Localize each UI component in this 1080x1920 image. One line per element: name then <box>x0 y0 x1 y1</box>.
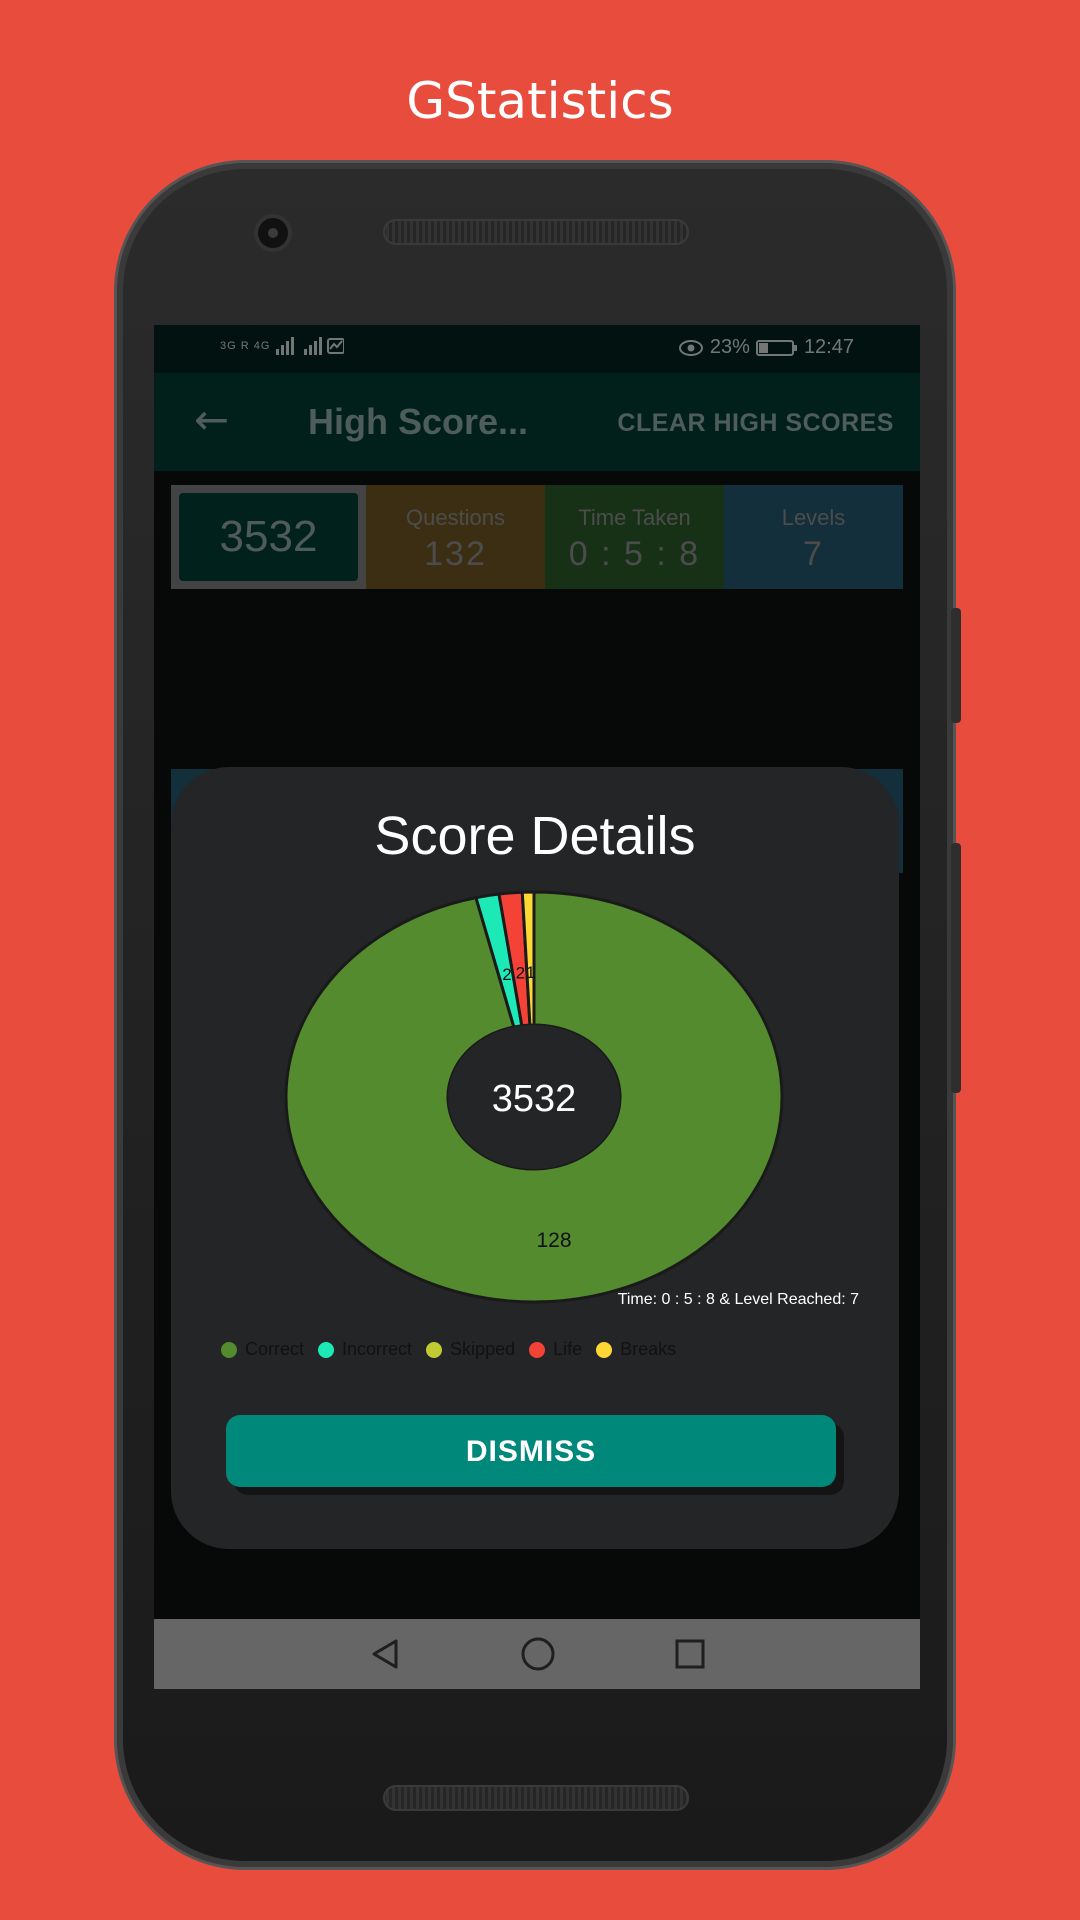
power-button <box>951 608 961 723</box>
legend-item-life: Life <box>529 1339 582 1360</box>
front-camera <box>258 218 288 248</box>
top-speaker <box>383 219 689 245</box>
chart-caption: Time: 0 : 5 : 8 & Level Reached: 7 <box>617 1291 859 1308</box>
navigation-bar <box>154 1619 920 1689</box>
pie-label-breaks: 1 <box>526 963 535 982</box>
pie-label-life: 2 <box>516 963 525 982</box>
legend-swatch <box>318 1341 335 1358</box>
legend-swatch <box>426 1341 443 1358</box>
score-details-dialog: Score Details 128 2 2 1 3532 Time: 0 : 5 : 8… <box>171 767 899 1549</box>
chart-legend: Correct Incorrect Skipped Life Breaks <box>221 1339 676 1360</box>
phone-frame: 3G R 4G 23% 12:47 ← High Score... CLEAR … <box>117 163 961 1867</box>
bottom-speaker <box>383 1785 689 1811</box>
legend-label: Skipped <box>450 1339 516 1359</box>
legend-swatch <box>596 1341 613 1358</box>
nav-recents-icon[interactable] <box>674 1638 706 1670</box>
pie-label-incorrect: 2 <box>502 965 511 984</box>
legend-item-correct: Correct <box>221 1339 304 1360</box>
legend-label: Correct <box>245 1339 305 1359</box>
legend-item-incorrect: Incorrect <box>318 1339 412 1360</box>
pie-center-score: 3532 <box>492 1078 577 1120</box>
pie-label-correct: 128 <box>536 1229 571 1252</box>
score-pie-chart: 128 2 2 1 3532 <box>284 890 784 1304</box>
dismiss-button[interactable]: DISMISS <box>226 1415 836 1487</box>
promo-title: GStatistics <box>406 72 674 130</box>
legend-label: Incorrect <box>342 1339 413 1359</box>
legend-swatch <box>221 1341 237 1358</box>
legend-label: Breaks <box>620 1339 677 1359</box>
nav-back-icon[interactable] <box>368 1637 402 1671</box>
legend-item-breaks: Breaks <box>596 1339 676 1360</box>
screen: 3G R 4G 23% 12:47 ← High Score... CLEAR … <box>154 325 920 1687</box>
legend-swatch <box>529 1341 546 1358</box>
nav-home-icon[interactable] <box>520 1636 556 1672</box>
legend-item-skipped: Skipped <box>426 1339 515 1360</box>
legend-label: Life <box>553 1339 583 1359</box>
volume-button <box>951 843 961 1093</box>
